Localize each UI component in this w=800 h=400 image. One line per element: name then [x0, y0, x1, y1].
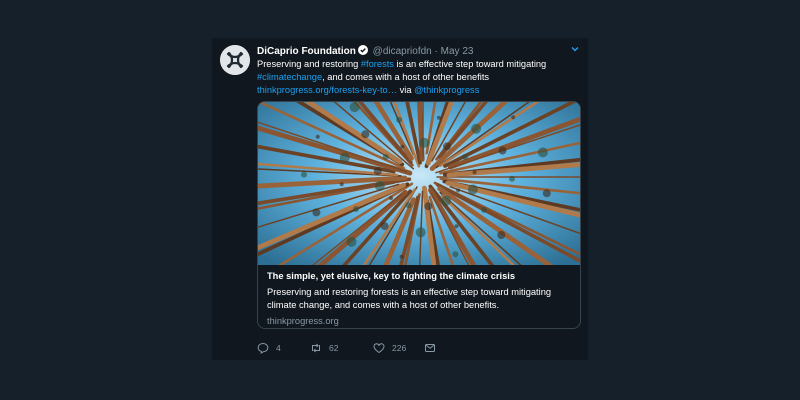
avatar[interactable] — [220, 45, 250, 75]
foliage-patch — [396, 116, 403, 123]
foliage-patch — [509, 175, 515, 182]
card-body: The simple, yet elusive, key to fighting… — [267, 270, 571, 327]
foliage-patch — [339, 152, 350, 163]
foliage-patch — [497, 231, 506, 239]
tweet-text-part: via — [397, 85, 415, 95]
forest-canopy-image — [258, 102, 580, 265]
author-handle[interactable]: @dicapriofdn — [373, 46, 432, 57]
foliage-patch — [415, 227, 426, 238]
heart-icon — [373, 343, 385, 354]
foliage-patch — [374, 180, 385, 191]
card-domain: thinkprogress.org — [267, 316, 339, 326]
foliage-patch — [443, 142, 451, 151]
hashtag-climatechange[interactable]: #climatechange — [257, 72, 322, 82]
article-url-link[interactable]: thinkprogress.org/forests-key-to… — [257, 85, 397, 95]
reply-count: 4 — [276, 343, 281, 353]
foliage-patch — [481, 206, 487, 213]
dicaprio-foundation-logo-icon — [220, 45, 250, 75]
mention-thinkprogress[interactable]: @thinkprogress — [414, 85, 479, 95]
foliage-patch — [537, 147, 548, 158]
foliage-patch — [424, 202, 433, 211]
like-button[interactable]: 226 — [373, 341, 406, 355]
retweet-count: 62 — [329, 343, 339, 353]
like-count: 226 — [392, 343, 407, 353]
tweet-text-part: Preserving and restoring — [257, 59, 361, 69]
link-preview-card[interactable]: The simple, yet elusive, key to fighting… — [257, 101, 581, 329]
reply-button[interactable]: 4 — [257, 341, 281, 355]
foliage-patch — [454, 224, 459, 229]
foliage-patch — [405, 202, 412, 209]
chevron-down-icon[interactable] — [570, 44, 580, 54]
reply-icon — [257, 342, 269, 354]
foliage-patch — [419, 137, 430, 148]
foliage-patch — [339, 182, 344, 187]
foliage-patch — [380, 222, 389, 231]
tweet-text-part: is an effective step toward mitigating — [393, 59, 547, 69]
foliage-patch — [373, 167, 382, 176]
foliage-patch — [349, 102, 360, 113]
foliage-patch — [456, 188, 461, 193]
envelope-icon — [425, 344, 435, 352]
tweet-text: Preserving and restoring #forests is an … — [257, 58, 576, 97]
foliage-patch — [301, 171, 307, 178]
foliage-patch — [471, 123, 482, 134]
hashtag-forests[interactable]: #forests — [361, 59, 394, 69]
foliage-patch — [472, 170, 477, 175]
foliage-patch — [353, 206, 360, 212]
foliage-patch — [315, 134, 320, 139]
foliage-patch — [498, 146, 507, 155]
foliage-patch — [436, 115, 441, 120]
foliage-patch — [467, 184, 478, 195]
foliage-patch — [452, 251, 459, 258]
foliage-patch — [382, 153, 389, 160]
separator: · — [434, 46, 438, 57]
direct-message-button[interactable] — [424, 341, 436, 355]
retweet-icon — [312, 343, 320, 353]
tweet-date[interactable]: May 23 — [441, 46, 474, 57]
card-description: Preserving and restoring forests is an e… — [267, 287, 552, 310]
foliage-patch — [441, 195, 452, 206]
verified-badge-icon — [357, 45, 368, 56]
card-title: The simple, yet elusive, key to fighting… — [267, 271, 515, 281]
foliage-patch — [312, 208, 321, 217]
retweet-button[interactable]: 62 — [310, 341, 338, 355]
foliage-patch — [361, 130, 370, 139]
card-image — [258, 102, 580, 265]
tweet-text-part: , and comes with a host of other benefit… — [322, 72, 490, 82]
foliage-patch — [389, 196, 393, 201]
foliage-patch — [400, 144, 405, 149]
tweet[interactable]: DiCaprio Foundation @dicapriofdn · May 2… — [212, 38, 588, 360]
foliage-patch — [511, 115, 516, 120]
foliage-patch — [399, 254, 404, 259]
foliage-patch — [542, 189, 551, 198]
foliage-patch — [346, 236, 357, 247]
author-name[interactable]: DiCaprio Foundation — [257, 46, 356, 57]
foliage-patch — [462, 153, 469, 160]
tweet-actions: 4 62 226 — [257, 341, 578, 355]
